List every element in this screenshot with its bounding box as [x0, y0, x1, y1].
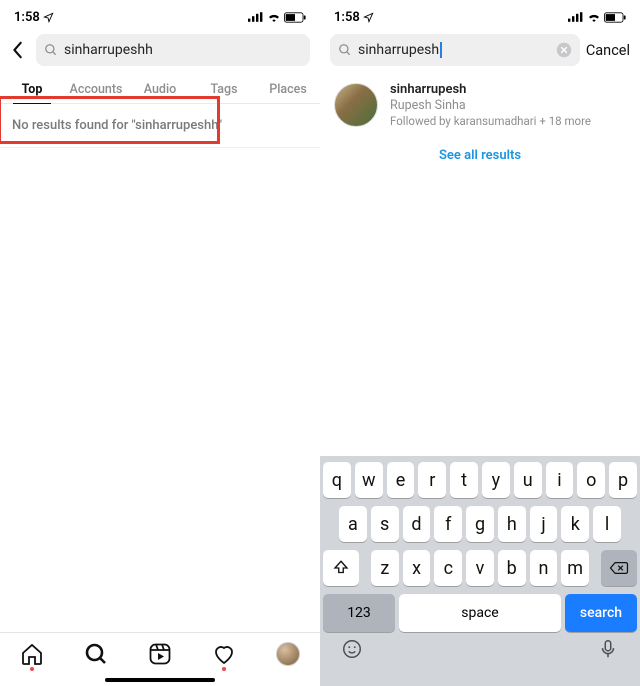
status-time: 1:58 [14, 10, 40, 25]
home-icon [20, 642, 44, 666]
search-query-text: sinharrupeshh [64, 42, 302, 58]
nav-search[interactable] [84, 642, 108, 666]
keyboard-row-1: q w e r t y u i o p [323, 462, 637, 498]
phone-left: 1:58 sinharrupeshh Top Accounts Audio Ta… [0, 0, 320, 686]
phone-right: 1:58 sinharrupesh Cancel sinharrupesh Ru… [320, 0, 640, 686]
key-s[interactable]: s [371, 506, 399, 542]
search-result-row[interactable]: sinharrupesh Rupesh Sinha Followed by ka… [320, 72, 640, 138]
keyboard: q w e r t y u i o p a s d f g h j k l [320, 456, 640, 686]
key-emoji[interactable] [341, 638, 363, 660]
no-results-row: No results found for "sinharrupeshh" [0, 104, 320, 148]
back-button[interactable] [6, 35, 30, 65]
tab-audio[interactable]: Audio [128, 76, 192, 103]
status-bar: 1:58 [320, 0, 640, 28]
key-q[interactable]: q [323, 462, 351, 498]
result-username: sinharrupesh [390, 82, 591, 98]
result-text: sinharrupesh Rupesh Sinha Followed by ka… [390, 82, 591, 128]
reels-icon [148, 642, 172, 666]
mic-icon [597, 638, 619, 660]
key-backspace[interactable] [601, 550, 637, 586]
key-z[interactable]: z [371, 550, 399, 586]
result-followed-by: Followed by karansumadhari + 18 more [390, 114, 591, 128]
location-icon [43, 12, 54, 23]
search-row: sinharrupesh Cancel [320, 28, 640, 72]
key-f[interactable]: f [434, 506, 462, 542]
nav-activity[interactable] [212, 642, 236, 666]
key-g[interactable]: g [466, 506, 494, 542]
key-y[interactable]: y [482, 462, 510, 498]
search-tabs: Top Accounts Audio Tags Places [0, 72, 320, 104]
status-time: 1:58 [334, 10, 360, 25]
signal-icon [248, 12, 264, 22]
battery-icon [284, 12, 306, 23]
key-shift[interactable] [323, 550, 359, 586]
search-row: sinharrupeshh [0, 28, 320, 72]
battery-icon [604, 12, 626, 23]
key-p[interactable]: p [609, 462, 637, 498]
key-j[interactable]: j [530, 506, 558, 542]
search-input[interactable]: sinharrupesh [330, 34, 580, 66]
key-r[interactable]: r [418, 462, 446, 498]
key-i[interactable]: i [546, 462, 574, 498]
status-bar: 1:58 [0, 0, 320, 28]
key-t[interactable]: t [450, 462, 478, 498]
key-o[interactable]: o [577, 462, 605, 498]
key-l[interactable]: l [593, 506, 621, 542]
key-h[interactable]: h [498, 506, 526, 542]
keyboard-row-func: 123 space search [323, 594, 637, 632]
key-m[interactable]: m [561, 550, 589, 586]
nav-home-dot-icon [30, 667, 34, 671]
nav-activity-dot-icon [222, 667, 226, 671]
wifi-icon [267, 12, 281, 22]
text-cursor-icon [440, 42, 442, 58]
cancel-button[interactable]: Cancel [586, 42, 630, 59]
clear-icon [556, 42, 572, 58]
see-all-results-button[interactable]: See all results [320, 138, 640, 173]
result-fullname: Rupesh Sinha [390, 98, 591, 114]
key-d[interactable]: d [403, 506, 431, 542]
key-123[interactable]: 123 [323, 594, 395, 632]
nav-profile[interactable] [276, 642, 300, 666]
key-w[interactable]: w [355, 462, 383, 498]
keyboard-row-util [323, 636, 637, 660]
key-k[interactable]: k [561, 506, 589, 542]
clear-button[interactable] [556, 42, 572, 58]
search-query-text: sinharrupesh [358, 42, 550, 58]
avatar [334, 83, 378, 127]
emoji-icon [341, 638, 363, 660]
key-c[interactable]: c [434, 550, 462, 586]
key-e[interactable]: e [387, 462, 415, 498]
key-search[interactable]: search [565, 594, 637, 632]
location-icon [363, 12, 374, 23]
key-n[interactable]: n [530, 550, 558, 586]
tab-tags[interactable]: Tags [192, 76, 256, 103]
key-dictation[interactable] [597, 638, 619, 660]
signal-icon [568, 12, 584, 22]
keyboard-row-2: a s d f g h j k l [323, 506, 637, 542]
nav-home[interactable] [20, 642, 44, 666]
tab-top[interactable]: Top [0, 76, 64, 103]
key-v[interactable]: v [466, 550, 494, 586]
backspace-icon [609, 560, 629, 576]
key-a[interactable]: a [339, 506, 367, 542]
search-nav-icon [84, 642, 108, 666]
key-u[interactable]: u [514, 462, 542, 498]
nav-reels[interactable] [148, 642, 172, 666]
search-icon [338, 43, 352, 57]
shift-icon [332, 559, 350, 577]
search-icon [44, 43, 58, 57]
keyboard-row-3: z x c v b n m [323, 550, 637, 586]
tab-accounts[interactable]: Accounts [64, 76, 128, 103]
wifi-icon [587, 12, 601, 22]
search-input[interactable]: sinharrupeshh [36, 34, 310, 66]
no-results-text: No results found for "sinharrupeshh" [12, 118, 308, 133]
key-space[interactable]: space [399, 594, 561, 632]
tab-places[interactable]: Places [256, 76, 320, 103]
chevron-left-icon [12, 41, 24, 59]
key-x[interactable]: x [403, 550, 431, 586]
heart-icon [212, 642, 236, 666]
key-b[interactable]: b [498, 550, 526, 586]
home-indicator[interactable] [105, 678, 215, 682]
